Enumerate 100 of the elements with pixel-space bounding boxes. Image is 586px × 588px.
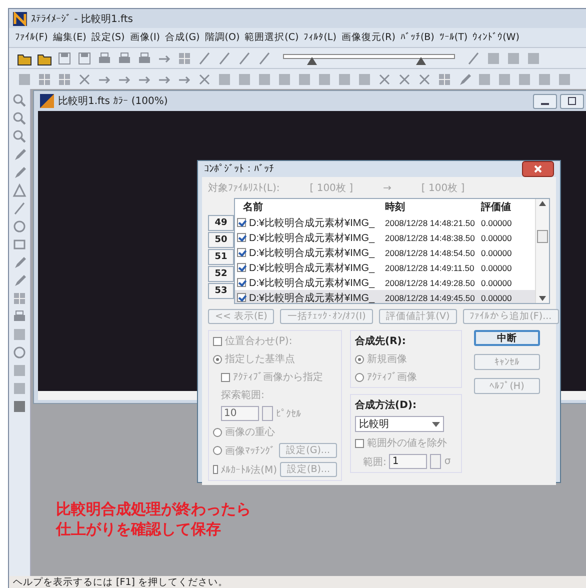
line-icon[interactable]: [12, 201, 27, 216]
rectangle-icon[interactable]: [12, 237, 27, 252]
square-icon[interactable]: [12, 327, 27, 342]
square-icon[interactable]: [497, 72, 512, 86]
square-icon[interactable]: [517, 72, 532, 86]
line-icon[interactable]: [197, 50, 212, 66]
file-row[interactable]: D:¥比較明合成元素材¥IMG_ 2008/12/28 14:48:54.50 0.00000: [235, 245, 535, 260]
pencil-icon[interactable]: [12, 165, 27, 180]
square-icon[interactable]: [537, 72, 552, 86]
menu-item[interactable]: 階調(O): [204, 31, 240, 44]
spin-arrows[interactable]: [262, 406, 273, 421]
square-icon[interactable]: [557, 72, 572, 86]
close-button[interactable]: [522, 161, 554, 177]
checkbox[interactable]: [237, 278, 246, 287]
pencil-icon[interactable]: [457, 72, 472, 86]
square-icon[interactable]: [357, 72, 372, 86]
maximize-button[interactable]: [560, 94, 584, 108]
scroll-thumb[interactable]: [537, 230, 548, 242]
grid-icon[interactable]: [177, 50, 192, 66]
menu-item[interactable]: 設定(S): [91, 31, 125, 44]
square-icon[interactable]: [526, 50, 541, 66]
file-row[interactable]: D:¥比較明合成元素材¥IMG_ 2008/12/28 14:48:38.50 0.00000: [235, 230, 535, 245]
square-icon[interactable]: [12, 381, 27, 396]
grid-icon[interactable]: [12, 291, 27, 306]
line-icon[interactable]: [466, 50, 481, 66]
time-cell-text: 2008/12/28 14:49:11.50: [385, 262, 476, 272]
square-icon[interactable]: [297, 72, 312, 86]
magnifier-icon[interactable]: [12, 129, 27, 144]
menu-item[interactable]: 範囲選択(C): [244, 31, 299, 44]
pencil-icon[interactable]: [12, 147, 27, 162]
checkbox[interactable]: [237, 248, 246, 257]
checkbox[interactable]: [237, 263, 246, 272]
square-icon[interactable]: [257, 72, 272, 86]
cross-icon[interactable]: [197, 72, 212, 86]
square-icon[interactable]: [12, 399, 27, 414]
square-icon[interactable]: [17, 72, 32, 86]
file-row[interactable]: D:¥比較明合成元素材¥IMG_ 2008/12/28 14:48:21.50 0.00000: [235, 215, 535, 230]
cross-icon[interactable]: [397, 72, 412, 86]
menu-item[interactable]: 編集(E): [52, 31, 86, 44]
printer-icon[interactable]: [117, 50, 132, 66]
printer-icon[interactable]: [137, 50, 152, 66]
menu-item[interactable]: ﾊﾞｯﾁ(B): [400, 32, 434, 43]
cross-icon[interactable]: [377, 72, 392, 86]
square-icon[interactable]: [277, 72, 292, 86]
file-list[interactable]: [234, 198, 550, 304]
menu-item[interactable]: ﾌｨﾙﾀ(L): [304, 32, 336, 43]
menu-item[interactable]: ﾂｰﾙ(T): [439, 32, 468, 43]
circle-icon[interactable]: [12, 219, 27, 234]
slider-thumb[interactable]: [307, 57, 318, 65]
file-name: D:¥比較明合成元素材¥IMG_: [249, 246, 376, 260]
square-icon[interactable]: [217, 72, 232, 86]
maximize-icon: [568, 97, 576, 105]
image-file-icon: [40, 94, 54, 108]
square-icon[interactable]: [12, 363, 27, 378]
printer-icon[interactable]: [12, 309, 27, 324]
square-icon[interactable]: [237, 72, 252, 86]
grid-icon[interactable]: [37, 72, 52, 86]
menu-item[interactable]: 合成(G): [164, 31, 200, 44]
menu-item[interactable]: ｳｨﾝﾄﾞｳ(W): [472, 32, 520, 43]
magnifier-icon[interactable]: [12, 93, 27, 108]
square-icon[interactable]: [477, 72, 492, 86]
checkbox[interactable]: [237, 233, 246, 242]
menu-item[interactable]: 画像(I): [130, 31, 160, 44]
scrollbar[interactable]: [535, 199, 549, 303]
spin-arrows[interactable]: [430, 454, 442, 469]
file-row[interactable]: D:¥比較明合成元素材¥IMG_ 2008/12/28 14:49:28.50 0.00000: [235, 275, 535, 290]
minimize-button[interactable]: [533, 94, 557, 108]
dialog-button[interactable]: 中断: [474, 330, 540, 346]
cross-icon[interactable]: [417, 72, 432, 86]
magnifier-icon[interactable]: [12, 111, 27, 126]
checkbox[interactable]: [237, 293, 246, 302]
circle-icon[interactable]: [12, 345, 27, 360]
checkbox[interactable]: [237, 218, 246, 227]
slider-thumb[interactable]: [416, 57, 426, 65]
file-list-label: 対象ﾌｧｲﾙﾘｽﾄ(L):: [208, 182, 280, 195]
pencil-icon[interactable]: [12, 273, 27, 288]
method-dropdown[interactable]: 比較明: [355, 416, 444, 432]
scroll-up-icon[interactable]: [539, 201, 546, 206]
triangle-icon[interactable]: [12, 183, 27, 198]
square-icon[interactable]: [337, 72, 352, 86]
menu-item[interactable]: ﾌｧｲﾙ(F): [15, 32, 48, 43]
menu-item[interactable]: 画像復元(R): [341, 31, 396, 44]
dialog-title: ｺﾝﾎﾟｼﾞｯﾄ：ﾊﾞｯﾁ: [204, 163, 274, 175]
pencil-icon[interactable]: [12, 255, 27, 270]
line-icon[interactable]: [257, 50, 272, 66]
field-label: 範囲:: [363, 456, 386, 468]
grid-icon[interactable]: [57, 72, 72, 86]
square-icon[interactable]: [506, 50, 521, 66]
printer-icon[interactable]: [97, 50, 112, 66]
range-field[interactable]: 1: [389, 454, 428, 469]
file-row[interactable]: D:¥比較明合成元素材¥IMG_ 2008/12/28 14:49:45.50 0.00000: [235, 290, 535, 303]
file-row[interactable]: D:¥比較明合成元素材¥IMG_ 2008/12/28 14:49:11.50 0.00000: [235, 260, 535, 275]
cross-icon[interactable]: [77, 72, 92, 86]
range-slider[interactable]: [283, 51, 455, 65]
line-icon[interactable]: [237, 50, 252, 66]
square-icon[interactable]: [317, 72, 332, 86]
grid-icon[interactable]: [437, 72, 452, 86]
scroll-down-icon[interactable]: [539, 296, 546, 301]
square-icon[interactable]: [486, 50, 501, 66]
line-icon[interactable]: [217, 50, 232, 66]
